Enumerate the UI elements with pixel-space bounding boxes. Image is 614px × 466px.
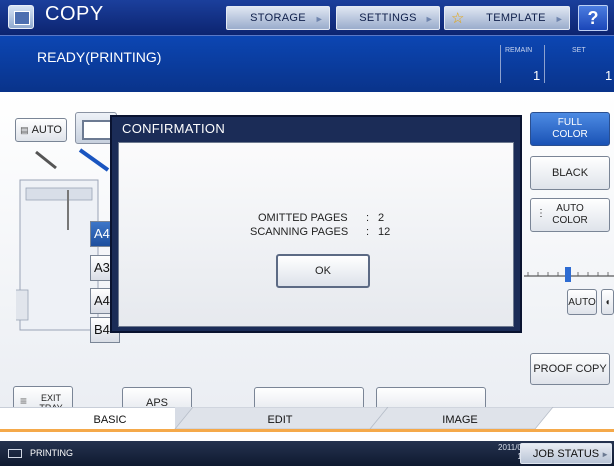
storage-button[interactable]: STORAGE ► xyxy=(226,6,330,30)
auto-density-button[interactable]: AUTO xyxy=(567,289,597,315)
density-slider[interactable] xyxy=(520,262,614,282)
auto-original-label: AUTO xyxy=(31,124,62,136)
machine-status: READY(PRINTING) xyxy=(37,49,162,65)
ok-button[interactable]: OK xyxy=(276,254,370,288)
set-label: SET xyxy=(572,47,586,54)
counter-divider xyxy=(544,45,545,83)
star-icon: ☆ xyxy=(451,10,465,27)
separator: : xyxy=(366,212,370,224)
printer-icon xyxy=(8,449,22,458)
full-color-line2: COLOR xyxy=(552,129,588,140)
tab-basic[interactable]: BASIC xyxy=(60,410,160,430)
auto-color-button[interactable]: ⋮ AUTO COLOR xyxy=(530,198,610,232)
counter-divider xyxy=(500,45,501,83)
auto-color-line2: COLOR xyxy=(552,215,588,226)
remain-label: REMAIN xyxy=(505,47,533,54)
black-button[interactable]: BLACK xyxy=(530,156,610,190)
tab-edit[interactable]: EDIT xyxy=(230,410,330,430)
footer-status: PRINTING xyxy=(30,448,74,458)
full-color-line1: FULL xyxy=(557,117,583,128)
color-dots-icon: ⋮ xyxy=(536,208,546,219)
chevron-right-icon: ► xyxy=(314,14,324,24)
app-title: COPY xyxy=(45,3,104,25)
settings-label: SETTINGS xyxy=(359,12,417,24)
settings-button[interactable]: SETTINGS ► xyxy=(336,6,440,30)
exit-tray-line1: EXIT xyxy=(40,393,61,403)
help-button[interactable]: ? xyxy=(578,5,608,31)
omitted-pages-label: OMITTED PAGES xyxy=(258,212,348,224)
template-label: TEMPLATE xyxy=(486,12,546,24)
remain-value: 1 xyxy=(533,68,541,83)
full-color-button[interactable]: FULL COLOR xyxy=(530,112,610,146)
black-label: BLACK xyxy=(551,167,589,179)
job-status-label: JOB STATUS xyxy=(532,447,600,460)
tab-image[interactable]: IMAGE xyxy=(410,410,510,430)
proof-copy-button[interactable]: PROOF COPY xyxy=(530,353,610,385)
original-icon: ▤ xyxy=(20,124,29,135)
storage-label: STORAGE xyxy=(250,12,306,24)
omitted-pages-value: 2 xyxy=(378,212,385,224)
scanning-pages-value: 12 xyxy=(378,226,391,238)
exit-tray-icon: ≡ xyxy=(20,394,28,408)
chevron-right-icon: ► xyxy=(601,450,609,459)
dialog-title: CONFIRMATION xyxy=(122,121,226,136)
template-button[interactable]: ☆ TEMPLATE ► xyxy=(444,6,570,30)
set-value: 1 xyxy=(605,68,613,83)
scanning-pages-label: SCANNING PAGES xyxy=(250,226,349,238)
chevron-right-icon: ► xyxy=(554,14,564,24)
copy-app-icon xyxy=(8,5,34,29)
chevron-right-icon: ► xyxy=(424,14,434,24)
job-status-button[interactable]: JOB STATUS ► xyxy=(520,443,612,464)
auto-color-line1: AUTO xyxy=(556,203,584,214)
auto-original-button[interactable]: ▤ AUTO xyxy=(15,118,67,142)
separator: : xyxy=(366,226,370,238)
density-darker-icon[interactable]: ◖ xyxy=(601,289,614,315)
